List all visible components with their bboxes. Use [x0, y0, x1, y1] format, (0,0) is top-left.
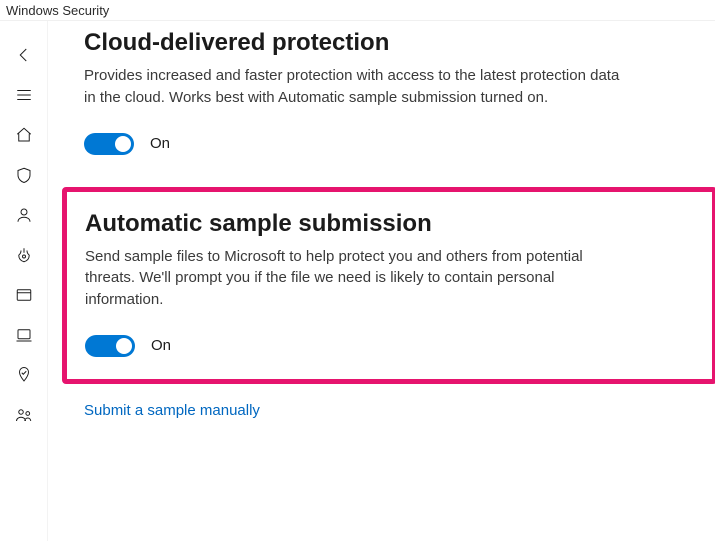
auto-sample-toggle-row: On — [85, 335, 694, 357]
cloud-protection-desc: Provides increased and faster protection… — [84, 65, 634, 109]
content-area: Cloud-delivered protection Provides incr… — [0, 21, 715, 541]
menu-icon — [15, 86, 33, 104]
toggle-knob — [116, 338, 132, 354]
cloud-protection-toggle-label: On — [150, 135, 170, 152]
cloud-protection-toggle-row: On — [84, 133, 695, 155]
home-icon — [15, 126, 33, 144]
section-auto-sample: Automatic sample submission Send sample … — [85, 210, 694, 357]
cloud-protection-toggle[interactable] — [84, 133, 134, 155]
main-panel: Cloud-delivered protection Provides incr… — [48, 21, 715, 541]
app-browser-icon — [15, 286, 33, 304]
menu-button[interactable] — [0, 75, 48, 115]
sidebar-item-app-browser[interactable] — [0, 275, 48, 315]
cloud-protection-title: Cloud-delivered protection — [84, 29, 695, 57]
shield-icon — [15, 166, 33, 184]
submit-sample-link[interactable]: Submit a sample manually — [84, 402, 260, 419]
device-performance-icon — [15, 366, 33, 384]
sidebar-item-device-performance[interactable] — [0, 355, 48, 395]
sidebar — [0, 21, 48, 541]
device-security-icon — [15, 326, 33, 344]
back-icon — [15, 46, 33, 64]
window-title: Windows Security — [0, 0, 715, 21]
auto-sample-title: Automatic sample submission — [85, 210, 694, 238]
sidebar-item-account-protection[interactable] — [0, 195, 48, 235]
sidebar-item-home[interactable] — [0, 115, 48, 155]
auto-sample-desc: Send sample files to Microsoft to help p… — [85, 246, 635, 311]
auto-sample-toggle-label: On — [151, 337, 171, 354]
highlight-auto-sample: Automatic sample submission Send sample … — [62, 187, 715, 384]
account-icon — [15, 206, 33, 224]
back-button[interactable] — [0, 35, 48, 75]
section-cloud-protection: Cloud-delivered protection Provides incr… — [84, 29, 695, 173]
family-icon — [15, 406, 33, 424]
sidebar-item-virus-protection[interactable] — [0, 155, 48, 195]
auto-sample-toggle[interactable] — [85, 335, 135, 357]
toggle-knob — [115, 136, 131, 152]
firewall-icon — [15, 246, 33, 264]
sidebar-item-family[interactable] — [0, 395, 48, 435]
sidebar-item-device-security[interactable] — [0, 315, 48, 355]
sidebar-item-firewall[interactable] — [0, 235, 48, 275]
